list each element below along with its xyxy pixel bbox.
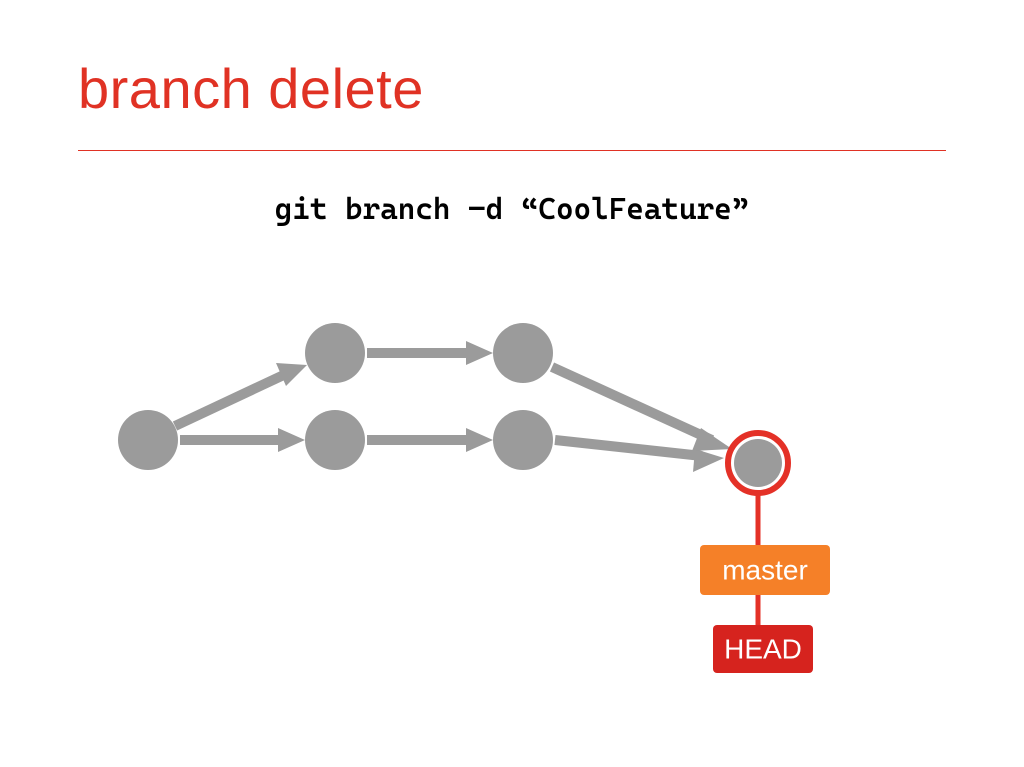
head-label: HEAD xyxy=(713,625,813,673)
branch-label-master: master xyxy=(700,545,830,595)
head-label-text: HEAD xyxy=(724,633,802,664)
git-graph: master HEAD xyxy=(0,0,1024,767)
commit-head xyxy=(728,433,788,493)
commit-c0 xyxy=(118,410,178,470)
branch-label-master-text: master xyxy=(722,554,808,585)
arrow-t1-t2 xyxy=(367,341,493,365)
arrow-c0-t1 xyxy=(175,363,307,426)
arrow-c0-c1 xyxy=(180,428,305,452)
slide: branch delete git branch –d “CoolFeature… xyxy=(0,0,1024,767)
commit-t2 xyxy=(493,323,553,383)
commit-t1 xyxy=(305,323,365,383)
commit-c1 xyxy=(305,410,365,470)
arrow-c1-c2 xyxy=(367,428,493,452)
commit-c2 xyxy=(493,410,553,470)
